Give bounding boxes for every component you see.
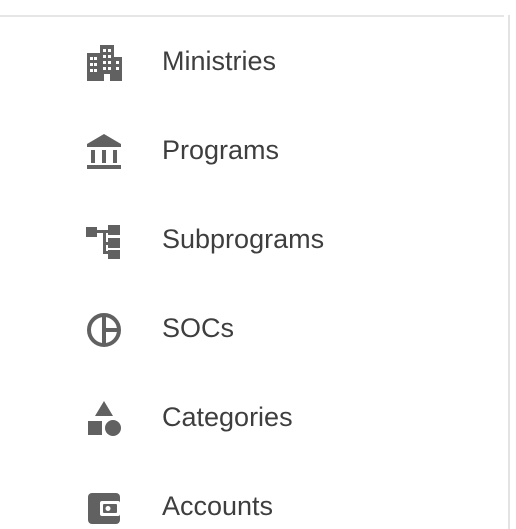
building-icon [82,43,126,83]
sidebar-item-categories[interactable]: Categories [0,373,504,462]
sidebar-item-programs[interactable]: Programs [0,106,504,195]
shapes-icon [82,399,126,439]
sidebar-item-label: Accounts [162,491,274,521]
sidebar-nav: Ministries Programs Subprograms SOCs Cat… [0,17,504,529]
wallet-icon [82,488,126,528]
sidebar-item-label: Programs [162,135,280,165]
bank-icon [82,132,126,172]
sidebar-item-ministries[interactable]: Ministries [0,17,504,106]
sidebar-item-label: SOCs [162,313,235,343]
hierarchy-icon [82,221,126,261]
sidebar-item-label: Subprograms [162,224,325,254]
sidebar-item-label: Categories [162,402,293,432]
right-divider [508,15,510,529]
sidebar-item-subprograms[interactable]: Subprograms [0,195,504,284]
pie-chart-icon [82,310,126,350]
sidebar-item-socs[interactable]: SOCs [0,284,504,373]
sidebar-item-accounts[interactable]: Accounts [0,462,504,529]
sidebar-item-label: Ministries [162,46,277,76]
sidebar-panel: Ministries Programs Subprograms SOCs Cat… [0,0,516,529]
